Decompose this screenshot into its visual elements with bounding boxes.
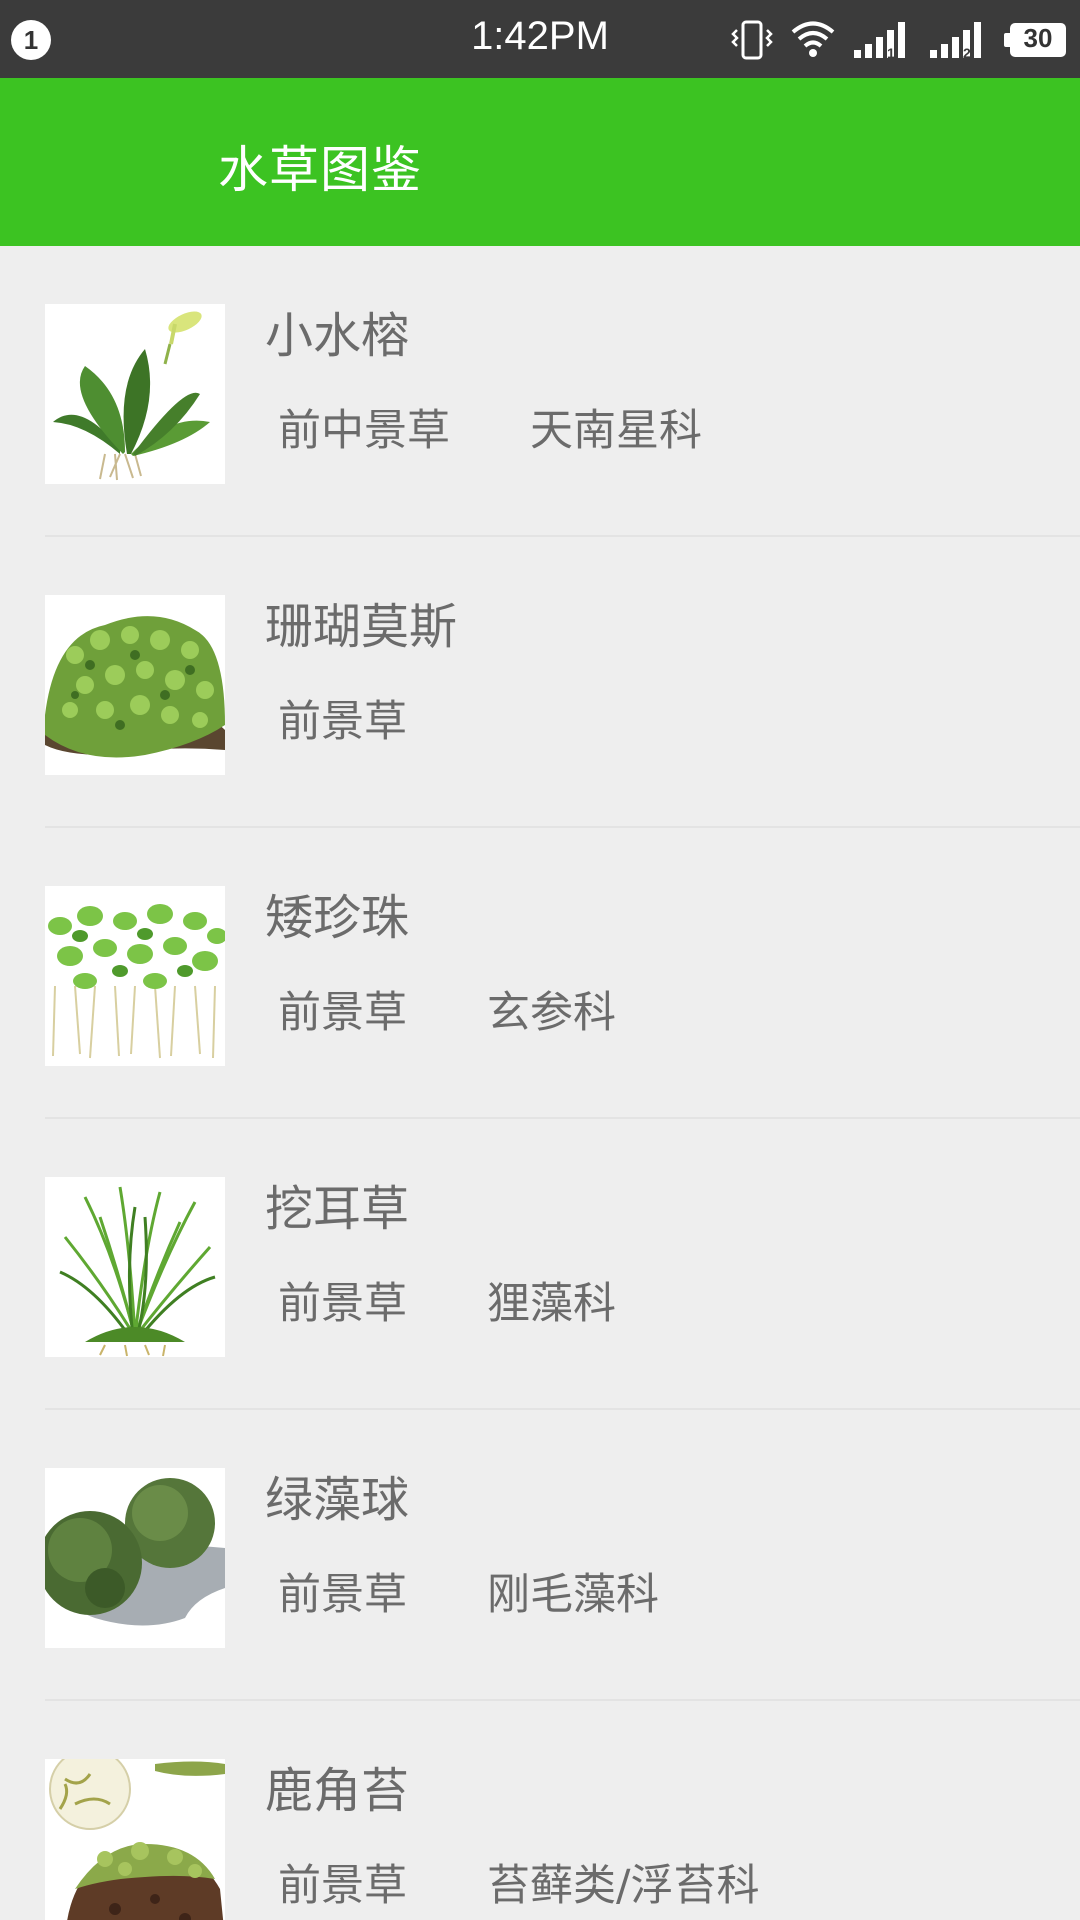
- plant-name: 绿藻球: [265, 1472, 410, 1528]
- plant-tags: 前景草 狸藻科: [278, 1269, 616, 1331]
- plant-name: 鹿角苔: [265, 1763, 410, 1819]
- plant-name: 珊瑚莫斯: [265, 599, 458, 655]
- dwarf-pearl-grass-image: [45, 886, 225, 1066]
- plant-family-tag: 玄参科: [487, 988, 616, 1038]
- plant-position-tag: 前景草: [278, 988, 407, 1038]
- page-title: 水草图鉴: [218, 141, 422, 199]
- plant-list-item[interactable]: 矮珍珠 前景草 玄参科: [0, 828, 1080, 1119]
- anubias-plant-image: [45, 304, 225, 484]
- plant-list-item[interactable]: 珊瑚莫斯 前景草: [0, 537, 1080, 828]
- plant-list-item[interactable]: 挖耳草 前景草 狸藻科: [0, 1119, 1080, 1410]
- plant-name: 小水榕: [265, 308, 410, 364]
- svg-text:2: 2: [963, 45, 971, 60]
- plant-position-tag: 前景草: [278, 1570, 407, 1620]
- status-icons: 1 2 30: [730, 18, 1066, 62]
- plant-family-tag: 天南星科: [530, 406, 702, 456]
- plant-name: 挖耳草: [265, 1181, 410, 1237]
- plant-position-tag: 前景草: [278, 697, 407, 747]
- marimo-ball-image: [45, 1468, 225, 1648]
- plant-position-tag: 前景草: [278, 1861, 407, 1911]
- plant-tags: 前中景草 天南星科: [278, 396, 702, 458]
- plant-list-item[interactable]: 绿藻球 前景草 刚毛藻科: [0, 1410, 1080, 1701]
- vibrate-icon: [730, 18, 774, 62]
- plant-list[interactable]: 小水榕 前中景草 天南星科 珊瑚莫斯 前景草 矮珍珠 前景草 玄参科 挖耳草 前…: [0, 246, 1080, 1920]
- signal-sim1-icon: 1: [852, 20, 912, 60]
- plant-list-item[interactable]: 小水榕 前中景草 天南星科: [0, 246, 1080, 537]
- battery-icon: 30: [1004, 23, 1066, 57]
- plant-name: 矮珍珠: [265, 890, 410, 946]
- battery-level: 30: [1023, 23, 1053, 53]
- status-bar: 1 1:42PM 1 2 30: [0, 0, 1080, 78]
- app-bar: 水草图鉴: [0, 78, 1080, 246]
- svg-text:1: 1: [887, 45, 895, 60]
- coral-moss-image: [45, 595, 225, 775]
- plant-family-tag: 狸藻科: [487, 1279, 616, 1329]
- plant-list-item[interactable]: 鹿角苔 前景草 苔藓类/浮苔科: [0, 1701, 1080, 1920]
- plant-position-tag: 前景草: [278, 1279, 407, 1329]
- plant-tags: 前景草 刚毛藻科: [278, 1560, 659, 1622]
- plant-tags: 前景草: [278, 687, 487, 749]
- riccia-image: [45, 1759, 225, 1920]
- plant-family-tag: 苔藓类/浮苔科: [487, 1861, 760, 1911]
- plant-family-tag: 刚毛藻科: [487, 1570, 659, 1620]
- wifi-icon: [790, 20, 836, 60]
- plant-position-tag: 前中景草: [278, 406, 450, 456]
- plant-tags: 前景草 苔藓类/浮苔科: [278, 1851, 760, 1913]
- utricularia-image: [45, 1177, 225, 1357]
- signal-sim2-icon: 2: [928, 20, 988, 60]
- plant-tags: 前景草 玄参科: [278, 978, 616, 1040]
